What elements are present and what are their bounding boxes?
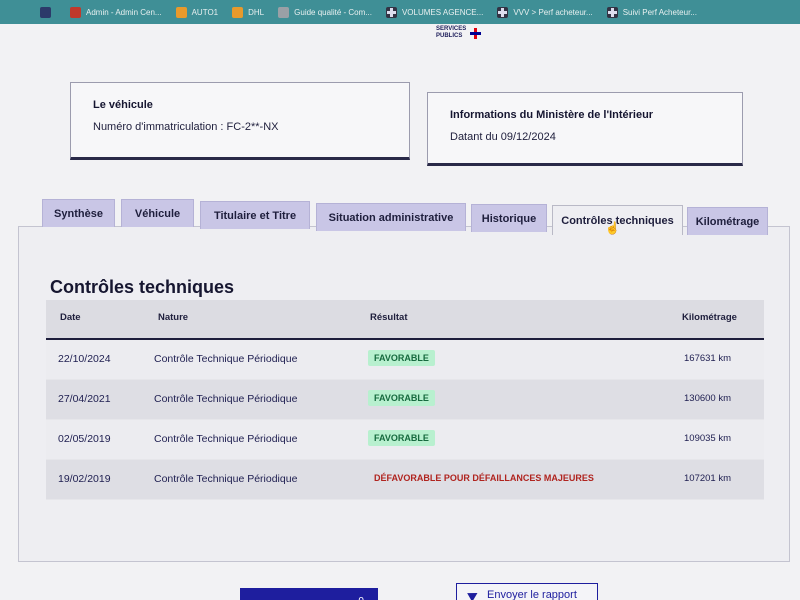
row-result: FAVORABLE	[368, 430, 435, 446]
send-report-button[interactable]: Envoyer le rapport	[456, 583, 598, 600]
tab-situation-administrative[interactable]: Situation administrative	[316, 203, 466, 231]
bookmark-item[interactable]: Suivi Perf Acheteur...	[606, 6, 697, 18]
row-km: 167631 km	[684, 353, 732, 364]
sheet-icon	[497, 6, 509, 18]
row-nature: Contrôle Technique Périodique	[154, 353, 298, 365]
table-row: 02/05/2019 Contrôle Technique Périodique…	[46, 420, 764, 460]
row-date: 02/05/2019	[58, 433, 111, 445]
vehicle-card-title: Le véhicule	[93, 99, 153, 111]
services-publics-logo[interactable]: SERVICES PUBLICS	[436, 26, 482, 40]
bookmark-label: DHL	[248, 7, 265, 17]
row-nature: Contrôle Technique Périodique	[154, 433, 298, 445]
bookmark-label: Guide qualité - Com...	[294, 7, 372, 17]
header-nature: Nature	[158, 312, 189, 323]
bookmark-item[interactable]: VVV > Perf acheteur...	[497, 6, 593, 18]
orange-app-icon	[175, 6, 187, 18]
bookmark-item[interactable]: VOLUMES AGENCE...	[385, 6, 484, 18]
table-row: 22/10/2024 Contrôle Technique Périodique…	[46, 340, 764, 380]
ministry-card: Informations du Ministère de l'Intérieur…	[427, 92, 743, 166]
bookmark-item[interactable]	[40, 6, 56, 18]
logo-text: SERVICES PUBLICS	[436, 26, 466, 40]
row-km: 109035 km	[684, 433, 732, 444]
table-row: 19/02/2019 Contrôle Technique Périodique…	[46, 460, 764, 500]
header-date: Date	[60, 312, 81, 323]
tab-kilometrage[interactable]: Kilométrage	[687, 207, 768, 235]
bookmark-label: AUTO1	[191, 7, 219, 17]
logo-line2: PUBLICS	[436, 33, 463, 39]
blue-square-icon	[40, 6, 51, 18]
tab-synthese[interactable]: Synthèse	[42, 199, 115, 227]
logo-line1: SERVICES	[436, 26, 467, 32]
document-icon	[278, 6, 290, 18]
bookmarks-bar: Admin - Admin Cen... AUTO1 DHL Guide qua…	[0, 0, 800, 24]
vehicle-card: Le véhicule Numéro d'immatriculation : F…	[70, 82, 410, 160]
sheet-icon	[606, 6, 618, 18]
primary-action-button[interactable]: ...0	[240, 588, 378, 600]
data-date: Datant du 09/12/2024	[450, 131, 556, 143]
row-km: 130600 km	[684, 393, 732, 404]
row-result: FAVORABLE	[368, 390, 435, 406]
sheet-icon	[385, 6, 397, 18]
ministry-card-title: Informations du Ministère de l'Intérieur	[450, 109, 654, 121]
bookmark-item[interactable]: Guide qualité - Com...	[278, 6, 372, 18]
row-result: DÉFAVORABLE POUR DÉFAILLANCES MAJEURES	[368, 470, 600, 486]
tab-titulaire-et-titre[interactable]: Titulaire et Titre	[200, 201, 310, 229]
controls-table: Date Nature Résultat Kilométrage 22/10/2…	[46, 300, 764, 500]
table-header: Date Nature Résultat Kilométrage	[46, 300, 764, 340]
favorable-badge: FAVORABLE	[368, 350, 435, 366]
send-icon	[467, 588, 481, 600]
header-kilometrage: Kilométrage	[682, 312, 737, 323]
tab-bar: Synthèse Véhicule Titulaire et Titre Sit…	[40, 199, 780, 235]
row-date: 22/10/2024	[58, 353, 111, 365]
row-result: FAVORABLE	[368, 350, 435, 366]
hand-cursor-icon: ☝	[605, 221, 620, 235]
favorable-badge: FAVORABLE	[368, 390, 435, 406]
row-nature: Contrôle Technique Périodique	[154, 393, 298, 405]
tab-historique[interactable]: Historique	[471, 204, 547, 232]
row-date: 19/02/2019	[58, 473, 111, 485]
row-nature: Contrôle Technique Périodique	[154, 473, 298, 485]
tab-vehicule[interactable]: Véhicule	[121, 199, 194, 227]
defavorable-badge: DÉFAVORABLE POUR DÉFAILLANCES MAJEURES	[374, 473, 594, 483]
send-report-label: Envoyer le rapport	[487, 589, 577, 600]
registration-number: Numéro d'immatriculation : FC-2**-NX	[93, 121, 279, 133]
bookmark-label: Admin - Admin Cen...	[86, 7, 162, 17]
header-resultat: Résultat	[370, 312, 408, 323]
plus-icon	[470, 27, 482, 39]
bookmark-label: VVV > Perf acheteur...	[513, 7, 593, 17]
bookmark-item[interactable]: AUTO1	[175, 6, 219, 18]
bookmark-label: Suivi Perf Acheteur...	[622, 7, 697, 17]
row-km: 107201 km	[684, 473, 732, 484]
bookmark-label: VOLUMES AGENCE...	[401, 7, 484, 17]
bookmark-item[interactable]: DHL	[232, 6, 265, 18]
red-app-icon	[70, 6, 81, 18]
section-title: Contrôles techniques	[50, 277, 235, 297]
dhl-icon	[232, 6, 244, 18]
bookmark-item[interactable]: Admin - Admin Cen...	[70, 6, 162, 18]
favorable-badge: FAVORABLE	[368, 430, 435, 446]
table-row: 27/04/2021 Contrôle Technique Périodique…	[46, 380, 764, 420]
row-date: 27/04/2021	[58, 393, 111, 405]
